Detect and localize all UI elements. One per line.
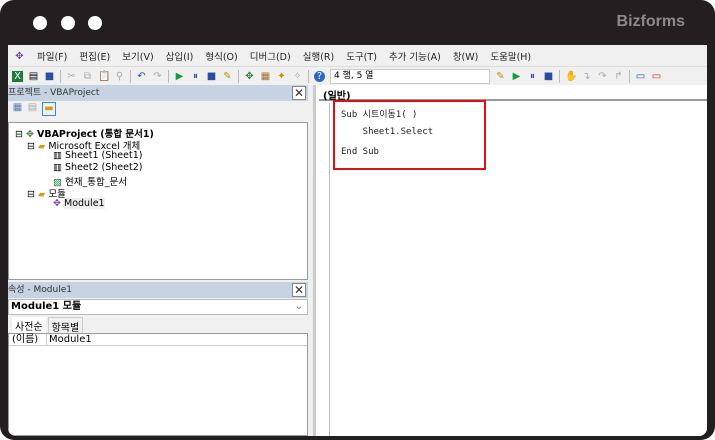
toolbar: X ▤ ■ ✂ ⧉ 📋 ⚲ ↶ ↷ ▶ ⏸ ■ ✎ ✥ ▦ ✦ ✧ ? 4 행,… — [8, 66, 707, 85]
properties-header: 속성 - Module1 ✕ — [8, 282, 308, 298]
copy-icon[interactable]: ⧉ — [82, 71, 93, 82]
close-properties-button[interactable]: ✕ — [292, 283, 306, 297]
properties-icon[interactable]: ▦ — [260, 71, 271, 82]
menu-window[interactable]: 창(W) — [453, 49, 479, 63]
menu-bar: ✥ 파일(F) 편집(E) 보기(V) 삽입(I) 형식(O) 디버그(D) 실… — [8, 47, 707, 65]
menu-view[interactable]: 보기(V) — [122, 49, 153, 63]
property-value[interactable]: Module1 — [47, 334, 92, 345]
tree-label: 현재_통합_문서 — [65, 177, 127, 188]
window-frame: Bizforms ✥ 파일(F) 편집(E) 보기(V) 삽입(I) 형식(O)… — [0, 0, 715, 440]
menu-file[interactable]: 파일(F) — [37, 49, 67, 63]
project-title: 프로젝트 - VBAProject — [8, 88, 100, 98]
paste-icon[interactable]: 📋 — [98, 71, 110, 82]
step-out-icon[interactable]: ↱ — [613, 71, 624, 82]
toggle-folders-icon[interactable]: ▬ — [42, 102, 56, 116]
menu-tools[interactable]: 도구(T) — [346, 49, 377, 63]
divider — [308, 69, 309, 83]
run-icon[interactable]: ▶ — [511, 71, 522, 82]
vbe-window: ✥ 파일(F) 편집(E) 보기(V) 삽입(I) 형식(O) 디버그(D) 실… — [8, 45, 707, 436]
pause-icon[interactable]: ⏸ — [527, 71, 538, 82]
save-icon[interactable]: ■ — [44, 71, 55, 82]
step-into-icon[interactable]: ↴ — [581, 71, 592, 82]
immediate-window-icon[interactable]: ▭ — [651, 71, 662, 82]
cursor-position-text: 4 행, 5 열 — [334, 70, 374, 81]
insert-form-icon[interactable]: ▤ — [28, 71, 39, 82]
divider — [60, 69, 61, 83]
divider — [238, 69, 239, 83]
margin-indicator-bar[interactable] — [316, 103, 330, 436]
cut-icon[interactable]: ✂ — [66, 71, 77, 82]
window-dot — [88, 16, 102, 30]
window-dot — [61, 16, 75, 30]
highlight-box — [333, 100, 486, 170]
step-over-icon[interactable]: ↷ — [597, 71, 608, 82]
find-icon[interactable]: ⚲ — [114, 71, 125, 82]
menu-run[interactable]: 실행(R) — [303, 49, 335, 63]
design-mode-icon[interactable]: ✎ — [222, 71, 233, 82]
menu-debug[interactable]: 디버그(D) — [250, 49, 291, 63]
cursor-position: 4 행, 5 열 — [330, 68, 490, 84]
tree-node-sheet1[interactable]: ▥ Sheet1 (Sheet1) — [53, 150, 142, 161]
view-object-icon[interactable]: ▤ — [27, 102, 38, 113]
tree-label: Module1 — [64, 198, 105, 209]
project-explorer-icon[interactable]: ✥ — [244, 71, 255, 82]
help-icon[interactable]: ? — [314, 70, 325, 82]
left-pane: 프로젝트 - VBAProject ✕ ▦ ▤ ▬ ⊟ ✥ VBAProject… — [8, 85, 308, 436]
menu-edit[interactable]: 편집(E) — [79, 49, 110, 63]
object-dropdown[interactable]: Module1 모듈 ⌄ — [8, 299, 308, 315]
project-toolbar: ▦ ▤ ▬ — [12, 102, 56, 116]
tree-node-module1[interactable]: ✥ Module1 — [53, 198, 105, 209]
divider — [168, 69, 169, 83]
undo-icon[interactable]: ↶ — [136, 71, 147, 82]
window-dot — [33, 16, 47, 30]
pause-icon[interactable]: ⏸ — [190, 71, 201, 82]
project-tree: ⊟ ✥ VBAProject (통합 문서1) ⊟ ▰ Microsoft Ex… — [8, 122, 308, 280]
close-project-button[interactable]: ✕ — [292, 86, 306, 100]
toolbox-icon[interactable]: ✧ — [292, 71, 303, 82]
tree-label: Sheet1 (Sheet1) — [65, 150, 143, 161]
object-dropdown-value: Module1 모듈 — [11, 301, 82, 312]
vbe-icon: ✥ — [15, 50, 24, 62]
menu-addins[interactable]: 추가 기능(A) — [389, 49, 441, 63]
divider — [559, 69, 560, 83]
brand-logo: Bizforms — [616, 13, 685, 30]
design-mode-icon[interactable]: ✎ — [495, 71, 506, 82]
object-combo[interactable]: (일반) — [319, 87, 707, 102]
redo-icon[interactable]: ↷ — [152, 71, 163, 82]
project-header: 프로젝트 - VBAProject ✕ — [8, 85, 308, 101]
properties-title: 속성 - Module1 — [8, 285, 72, 295]
property-row[interactable]: (이름) Module1 — [9, 334, 307, 346]
menu-format[interactable]: 형식(O) — [205, 49, 237, 63]
stop-icon[interactable]: ■ — [206, 71, 217, 82]
run-icon[interactable]: ▶ — [174, 71, 185, 82]
code-window: (일반) Sub 시트이동1( ) Sheet1.Select End Sub — [313, 85, 707, 436]
tree-label: Sheet2 (Sheet2) — [65, 162, 143, 173]
view-code-icon[interactable]: ▦ — [12, 102, 23, 113]
chevron-down-icon: ⌄ — [294, 301, 303, 312]
properties-grid: (이름) Module1 — [8, 333, 308, 436]
breakpoint-icon[interactable]: ✋ — [565, 71, 577, 82]
excel-icon[interactable]: X — [12, 70, 23, 82]
locals-window-icon[interactable]: ▭ — [635, 71, 646, 82]
menu-help[interactable]: 도움말(H) — [490, 49, 531, 63]
divider — [629, 69, 630, 83]
object-browser-icon[interactable]: ✦ — [276, 71, 287, 82]
stop-icon[interactable]: ■ — [543, 71, 554, 82]
property-name: (이름) — [9, 334, 47, 345]
tree-node-sheet2[interactable]: ▥ Sheet2 (Sheet2) — [53, 162, 142, 173]
menu-insert[interactable]: 삽입(I) — [166, 49, 194, 63]
divider — [130, 69, 131, 83]
